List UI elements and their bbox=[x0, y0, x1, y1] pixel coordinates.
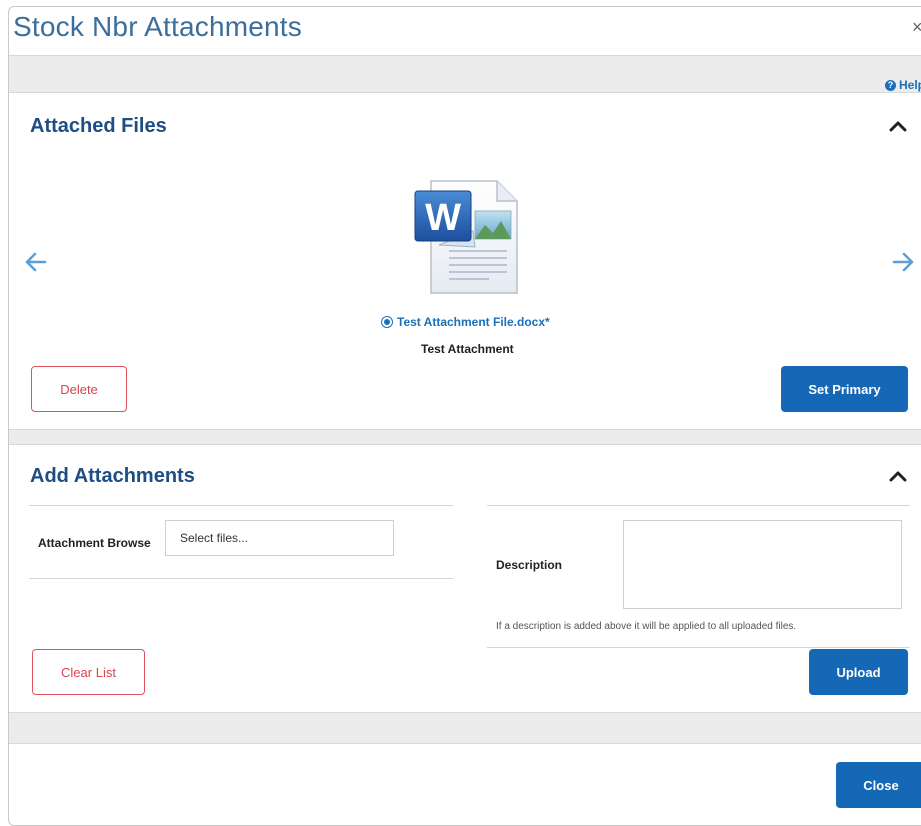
dialog-title: Stock Nbr Attachments bbox=[13, 11, 302, 42]
next-file-arrow-icon[interactable] bbox=[890, 249, 916, 275]
divider bbox=[487, 505, 910, 506]
set-primary-button[interactable]: Set Primary bbox=[781, 366, 908, 412]
description-hint: If a description is added above it will … bbox=[496, 621, 797, 632]
primary-file-radio[interactable] bbox=[381, 316, 393, 328]
description-textarea[interactable] bbox=[623, 520, 902, 609]
close-button[interactable]: Close bbox=[836, 762, 921, 808]
add-attachments-title: Add Attachments bbox=[30, 465, 195, 487]
footer-separator bbox=[9, 712, 921, 744]
attached-file-item[interactable]: Test Attachment File.docx* bbox=[381, 315, 550, 329]
attachments-dialog: Stock Nbr Attachments × ? Help Attached … bbox=[8, 6, 921, 826]
attachment-browse-input[interactable] bbox=[165, 520, 394, 556]
divider bbox=[29, 578, 453, 579]
clear-list-button[interactable]: Clear List bbox=[32, 649, 145, 695]
collapse-add-attachments-icon[interactable] bbox=[887, 465, 909, 487]
divider bbox=[487, 647, 910, 648]
attached-file-name: Test Attachment File.docx* bbox=[397, 315, 550, 329]
divider bbox=[29, 505, 453, 506]
word-document-icon[interactable]: W bbox=[409, 175, 525, 297]
upload-button[interactable]: Upload bbox=[809, 649, 908, 695]
attached-files-title: Attached Files bbox=[30, 115, 167, 137]
previous-file-arrow-icon[interactable] bbox=[23, 249, 49, 275]
help-icon: ? bbox=[885, 79, 896, 91]
section-separator bbox=[9, 429, 921, 445]
help-link[interactable]: ? Help bbox=[885, 78, 921, 92]
delete-button[interactable]: Delete bbox=[31, 366, 127, 412]
collapse-attached-files-icon[interactable] bbox=[887, 115, 909, 137]
attachment-browse-label: Attachment Browse bbox=[38, 536, 151, 550]
attached-file-description: Test Attachment bbox=[421, 342, 514, 356]
help-label: Help bbox=[899, 78, 921, 92]
toolbar-band bbox=[9, 55, 921, 93]
description-label: Description bbox=[496, 558, 563, 572]
close-icon[interactable]: × bbox=[912, 17, 921, 38]
svg-text:W: W bbox=[425, 197, 461, 239]
